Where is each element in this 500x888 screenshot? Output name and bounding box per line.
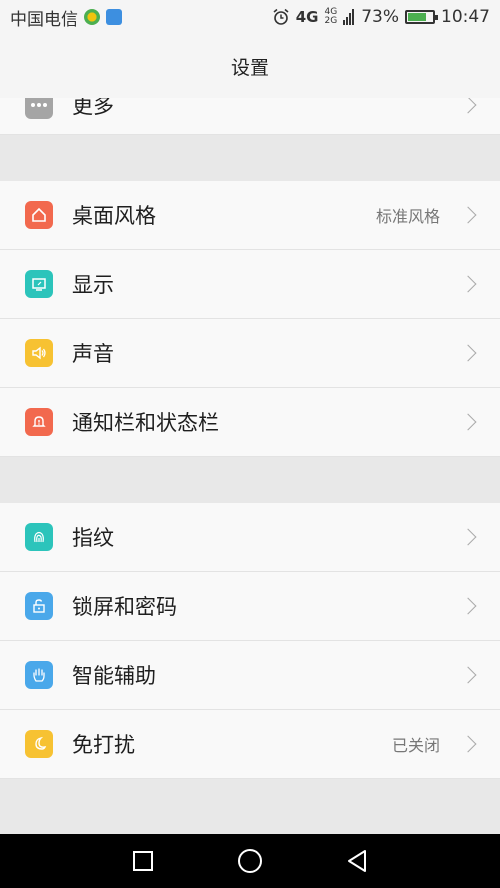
settings-row-desktop-style[interactable]: 桌面风格 标准风格 xyxy=(0,181,500,250)
network-small-bottom: 2G xyxy=(324,16,338,26)
settings-row-label: 指纹 xyxy=(72,526,114,550)
settings-row-label: 通知栏和状态栏 xyxy=(72,411,219,435)
hand-icon xyxy=(25,661,53,689)
settings-list: 更多 桌面风格 标准风格 显示 声音 通知栏和状态栏 指纹 锁屏和密码 智能辅助… xyxy=(0,98,500,825)
settings-row-label: 桌面风格 xyxy=(72,204,156,228)
status-bar: 中国电信 4G 4G 2G 73% 10:47 xyxy=(0,0,500,34)
settings-row-label: 免打扰 xyxy=(72,733,135,757)
recent-apps-icon xyxy=(133,851,154,871)
settings-row-label: 更多 xyxy=(72,98,114,118)
alarm-icon xyxy=(273,8,289,25)
carrier-label: 中国电信 xyxy=(10,9,78,30)
section-divider xyxy=(0,779,500,825)
signal-bars-icon xyxy=(343,9,355,25)
back-button[interactable] xyxy=(337,841,377,881)
signal-icon: 4G 2G xyxy=(325,8,338,26)
chevron-right-icon xyxy=(459,413,477,431)
settings-row-more[interactable]: 更多 xyxy=(0,98,500,135)
chevron-right-icon xyxy=(459,597,477,615)
battery-fill xyxy=(408,13,426,21)
moon-icon xyxy=(25,730,53,758)
lock-icon xyxy=(25,592,53,620)
clock: 10:47 xyxy=(441,7,490,27)
sound-icon xyxy=(25,339,53,367)
shield-notification-icon xyxy=(106,9,122,25)
notification-icon xyxy=(25,408,53,436)
chevron-right-icon xyxy=(459,735,477,753)
settings-row-lockscreen[interactable]: 锁屏和密码 xyxy=(0,572,500,641)
settings-row-fingerprint[interactable]: 指纹 xyxy=(0,503,500,572)
settings-row-value: 标准风格 xyxy=(375,207,440,226)
home-icon xyxy=(25,201,53,229)
display-icon xyxy=(25,270,53,298)
more-icon xyxy=(25,98,53,119)
section-divider xyxy=(0,457,500,503)
chevron-right-icon xyxy=(459,528,477,546)
network-type-label: 4G xyxy=(295,8,319,26)
home-button[interactable] xyxy=(230,841,270,881)
fingerprint-icon xyxy=(25,523,53,551)
chevron-right-icon xyxy=(459,98,477,114)
settings-row-do-not-disturb[interactable]: 免打扰 已关闭 xyxy=(0,710,500,779)
chevron-right-icon xyxy=(459,666,477,684)
page-title: 设置 xyxy=(230,56,269,79)
chevron-right-icon xyxy=(459,206,477,224)
home-circle-icon xyxy=(237,849,262,873)
chevron-right-icon xyxy=(459,275,477,293)
settings-row-sound[interactable]: 声音 xyxy=(0,319,500,388)
settings-row-smart-assist[interactable]: 智能辅助 xyxy=(0,641,500,710)
back-triangle-icon xyxy=(347,850,366,872)
settings-row-label: 显示 xyxy=(72,273,114,297)
title-bar: 设置 xyxy=(0,34,500,98)
settings-row-label: 锁屏和密码 xyxy=(72,595,177,619)
settings-row-notifications[interactable]: 通知栏和状态栏 xyxy=(0,388,500,457)
battery-percent: 73% xyxy=(361,7,399,27)
settings-row-display[interactable]: 显示 xyxy=(0,250,500,319)
chevron-right-icon xyxy=(459,344,477,362)
settings-row-label: 声音 xyxy=(72,342,114,366)
section-divider xyxy=(0,135,500,181)
settings-row-value: 已关闭 xyxy=(391,736,440,755)
app-notification-icon xyxy=(84,9,100,25)
navigation-bar xyxy=(0,834,500,888)
settings-row-label: 智能辅助 xyxy=(72,664,156,688)
battery-icon xyxy=(405,10,438,24)
recent-apps-button[interactable] xyxy=(123,841,163,881)
